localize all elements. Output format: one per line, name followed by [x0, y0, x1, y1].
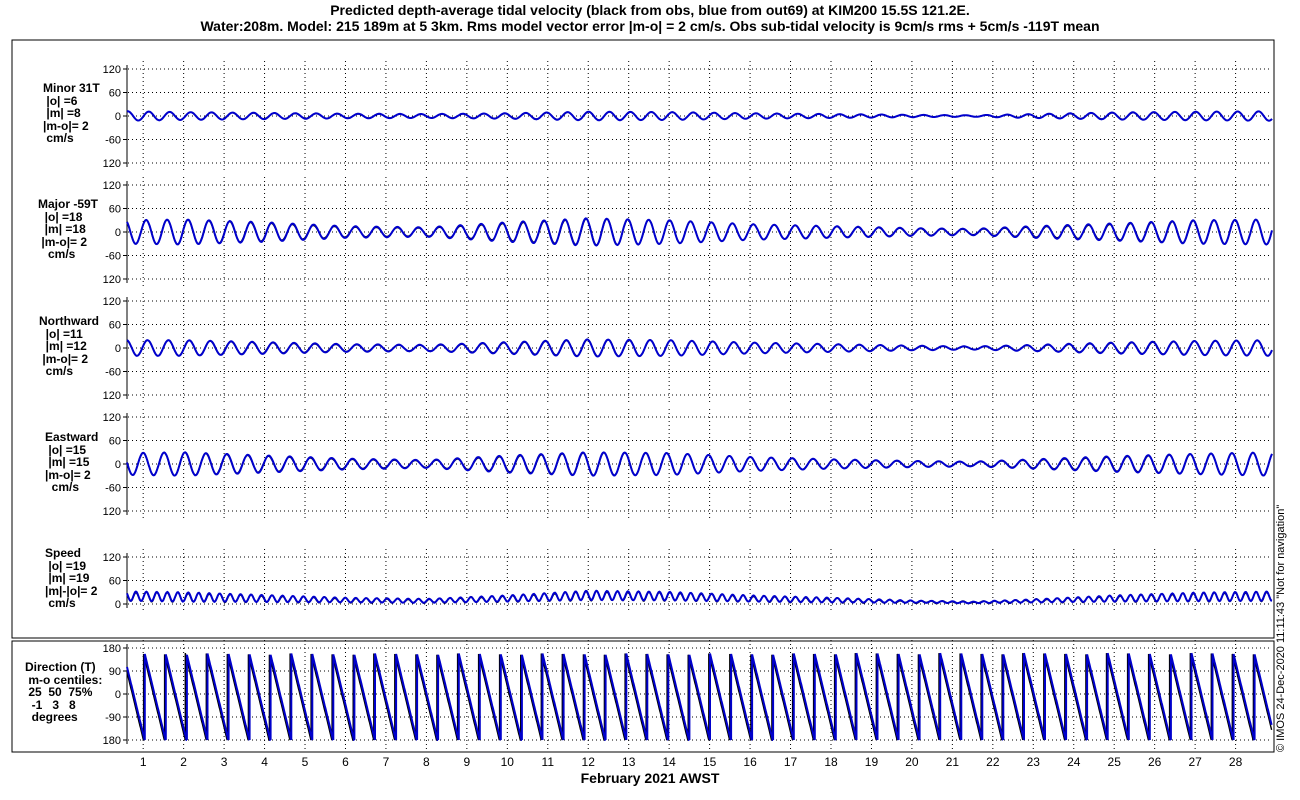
x-tick-label: 17 — [784, 755, 798, 769]
x-tick-label: 22 — [986, 755, 1000, 769]
x-tick-label: 28 — [1229, 755, 1243, 769]
panel-label-minor: Minor 31T |o| =6 |m| =8 |m-o|= 2 cm/s — [43, 81, 100, 145]
copyright-credit: © IMOS 24-Dec-2020 11:11:43 "Not for nav… — [1275, 504, 1287, 752]
y-tick-label: 120 — [103, 64, 121, 76]
x-tick-label: 5 — [302, 755, 309, 769]
x-axis-label: February 2021 AWST — [580, 770, 720, 786]
x-tick-label: 4 — [261, 755, 268, 769]
x-tick-label: 16 — [743, 755, 757, 769]
y-tick-label: 60 — [109, 204, 121, 216]
y-tick-label: 0 — [115, 599, 121, 611]
x-tick-label: 14 — [662, 755, 676, 769]
model-speed-line — [126, 589, 1273, 605]
y-tick-label: 90 — [109, 666, 121, 678]
tidal-velocity-chart: 1 2 3 4 5 6 7 8 9 10 11 12 13 14 15 16 17 18 19 20 21 22 23 24 2… — [11, 39, 1275, 769]
x-tick-label: 23 — [1027, 755, 1041, 769]
x-tick-label: 15 — [703, 755, 717, 769]
panel-label-speed: Speed |o| =19 |m| =19 |m|-|o|= 2 cm/s — [45, 546, 98, 610]
y-tick-label: -90 — [105, 712, 121, 724]
x-tick-label: 2 — [180, 755, 187, 769]
y-tick-label: 0 — [115, 689, 121, 701]
x-tick-label: 1 — [140, 755, 147, 769]
x-tick-label: 13 — [622, 755, 636, 769]
y-tick-label: -60 — [105, 135, 121, 147]
x-tick-label: 25 — [1108, 755, 1122, 769]
x-tick-label: 19 — [865, 755, 879, 769]
x-tick-label: 6 — [342, 755, 349, 769]
panel-label-direction: Direction (T) m-o centiles: 25 50 75% -1… — [25, 660, 103, 724]
y-tick-label: 120 — [103, 552, 121, 564]
x-tick-label: 27 — [1188, 755, 1202, 769]
panel-label-northward: Northward |o| =11 |m| =12 |m-o|= 2 cm/s — [39, 314, 99, 378]
y-tick-label: 120 — [103, 274, 121, 286]
y-tick-label: 120 — [103, 412, 121, 424]
x-tick-label: 18 — [824, 755, 838, 769]
x-tick-label: 12 — [582, 755, 596, 769]
y-tick-label: 0 — [115, 459, 121, 471]
upper-frame — [11, 39, 1275, 639]
x-tick-label: 7 — [383, 755, 390, 769]
panel-label-eastward: Eastward |o| =15 |m| =15 |m-o|= 2 cm/s — [45, 430, 99, 494]
y-tick-label: 60 — [109, 320, 121, 332]
y-tick-label: -60 — [105, 367, 121, 379]
y-tick-label: 60 — [109, 576, 121, 588]
y-tick-label: -60 — [105, 483, 121, 495]
y-tick-label: 60 — [109, 88, 121, 100]
y-tick-label: 0 — [115, 343, 121, 355]
y-tick-label: 180 — [103, 735, 121, 747]
x-tick-label: 11 — [542, 755, 555, 769]
x-tick-label: 26 — [1148, 755, 1162, 769]
y-tick-label: 120 — [103, 296, 121, 308]
x-tick-label: 21 — [946, 755, 960, 769]
y-tick-label: 0 — [115, 111, 121, 123]
model-series-line — [126, 451, 1273, 477]
panel-label-major: Major -59T |o| =18 |m| =18 |m-o|= 2 cm/s — [38, 197, 99, 261]
x-tick-label: 10 — [501, 755, 515, 769]
x-tick-label: 8 — [423, 755, 430, 769]
y-tick-label: 120 — [103, 158, 121, 170]
y-tick-label: 180 — [103, 643, 121, 655]
y-tick-label: 120 — [103, 390, 121, 402]
y-tick-label: 0 — [115, 227, 121, 239]
y-tick-label: 120 — [103, 180, 121, 192]
x-tick-label: 20 — [905, 755, 919, 769]
x-tick-label: 24 — [1067, 755, 1081, 769]
x-tick-label: 3 — [221, 755, 228, 769]
y-tick-label: 60 — [109, 436, 121, 448]
model-direction-line — [126, 652, 1273, 741]
y-tick-label: -60 — [105, 251, 121, 263]
y-tick-label: 120 — [103, 506, 121, 518]
x-tick-label: 9 — [464, 755, 471, 769]
